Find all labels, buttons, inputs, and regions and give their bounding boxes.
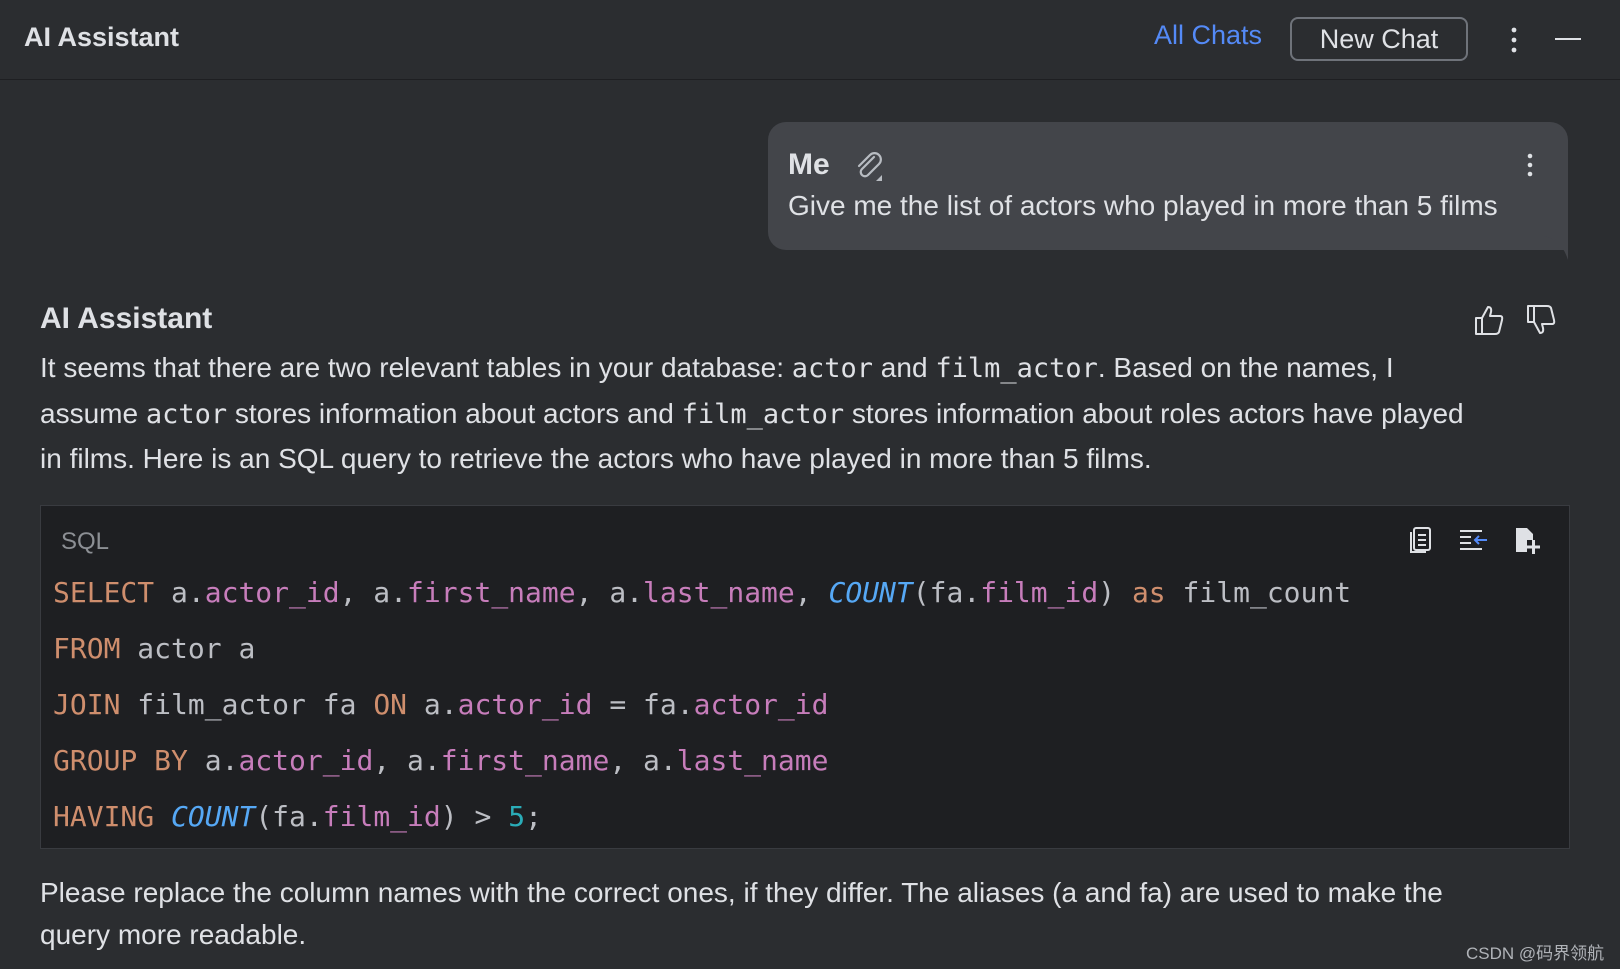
- new-file-icon[interactable]: [1509, 524, 1541, 556]
- code-language-label: SQL: [61, 528, 110, 555]
- code-line-5: HAVING COUNT(fa.film_id) > 5;: [53, 800, 542, 833]
- response-text-line: It seems that there are two relevant tab…: [40, 352, 1394, 384]
- inline-code: film_actor: [935, 353, 1098, 384]
- header-bar: AI Assistant All Chats New Chat: [0, 0, 1620, 80]
- inline-code: actor: [791, 353, 874, 384]
- message-author: Me: [788, 148, 830, 181]
- code-line-4: GROUP BY a.actor_id, a.first_name, a.las…: [53, 744, 829, 777]
- code-line-2: FROM actor a: [53, 632, 256, 665]
- copy-icon[interactable]: [1405, 524, 1437, 556]
- user-message-bubble: Me Give me the list of actors who played…: [768, 122, 1568, 250]
- more-vertical-icon[interactable]: [1520, 148, 1540, 182]
- inline-code: actor: [145, 399, 228, 430]
- code-line-1: SELECT a.actor_id, a.first_name, a.last_…: [53, 576, 1352, 609]
- sql-code-block: SQL SELECT a.actor_id, a.first_name, a.l…: [40, 505, 1570, 849]
- response-text-line: in films. Here is an SQL query to retrie…: [40, 443, 1152, 474]
- bubble-tail: [1544, 236, 1568, 260]
- response-text-line: assume actor stores information about ac…: [40, 398, 1464, 430]
- thumbs-down-icon[interactable]: [1524, 303, 1558, 337]
- response-text-line: query more readable.: [40, 919, 307, 950]
- minimize-icon[interactable]: [1553, 24, 1583, 56]
- code-line-3: JOIN film_actor fa ON a.actor_id = fa.ac…: [53, 688, 829, 721]
- app-title: AI Assistant: [24, 22, 180, 52]
- insert-at-caret-icon[interactable]: [1457, 524, 1489, 556]
- new-chat-button[interactable]: New Chat: [1290, 17, 1468, 61]
- paperclip-icon[interactable]: [852, 149, 888, 185]
- watermark: CSDN @码界领航: [1466, 944, 1605, 963]
- response-text-line: Please replace the column names with the…: [40, 877, 1443, 908]
- assistant-author: AI Assistant: [40, 302, 213, 335]
- inline-code: film_actor: [681, 399, 845, 430]
- all-chats-link[interactable]: All Chats: [1154, 20, 1262, 51]
- thumbs-up-icon[interactable]: [1472, 303, 1506, 337]
- user-message-text: Give me the list of actors who played in…: [788, 190, 1498, 221]
- more-vertical-icon[interactable]: [1504, 24, 1524, 56]
